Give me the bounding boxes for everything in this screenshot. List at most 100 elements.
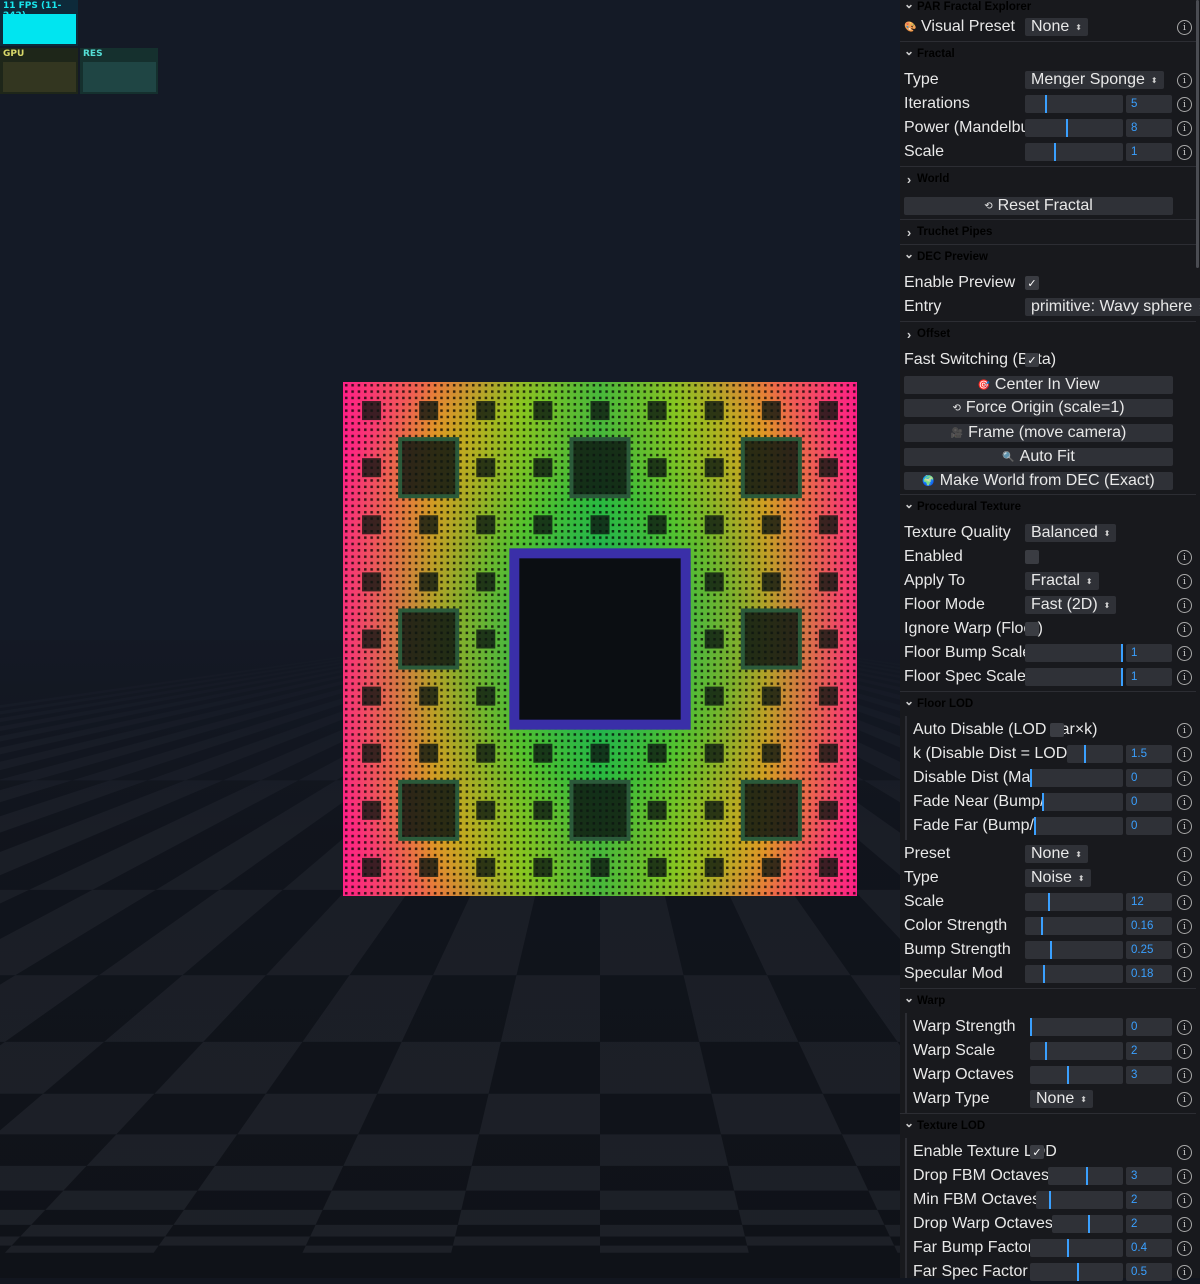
- iterations-number-input[interactable]: 5: [1126, 95, 1172, 113]
- k-disable-info-icon[interactable]: i: [1177, 747, 1192, 762]
- fade-far-info-icon[interactable]: i: [1177, 819, 1192, 834]
- color-strength-slider-handle[interactable]: [1040, 917, 1043, 935]
- apply-to-select[interactable]: Fractal ⬍: [1025, 572, 1099, 590]
- min-fbm-number-input[interactable]: 2: [1126, 1191, 1172, 1209]
- specular-mod-number-input[interactable]: 0.18: [1126, 965, 1172, 983]
- far-spec-slider[interactable]: [1030, 1263, 1123, 1281]
- enable-texture-lod-checkbox[interactable]: ✓: [1030, 1145, 1044, 1159]
- power-info-icon[interactable]: i: [1177, 121, 1192, 136]
- warp-strength-slider-handle[interactable]: [1030, 1018, 1032, 1036]
- drop-fbm-slider[interactable]: [1048, 1167, 1123, 1185]
- far-spec-slider-handle[interactable]: [1076, 1263, 1079, 1281]
- iterations-slider-handle[interactable]: [1044, 95, 1047, 113]
- fractal-scale-number-input[interactable]: 1: [1126, 143, 1172, 161]
- bump-strength-slider[interactable]: [1025, 941, 1123, 959]
- dec-entry-select[interactable]: primitive: Wavy sphere⬍: [1025, 298, 1200, 316]
- floor-spec-info-icon[interactable]: i: [1177, 670, 1192, 685]
- texture-scale-info-icon[interactable]: i: [1177, 895, 1192, 910]
- make-world-button[interactable]: 🌍 Make World from DEC (Exact): [904, 472, 1173, 490]
- drop-fbm-info-icon[interactable]: i: [1177, 1169, 1192, 1184]
- fractal-type-select[interactable]: Menger Sponge ⬍: [1025, 71, 1164, 89]
- ignore-warp-checkbox[interactable]: [1025, 622, 1039, 636]
- min-fbm-slider[interactable]: [1036, 1191, 1123, 1209]
- drop-warp-slider-handle[interactable]: [1087, 1215, 1090, 1233]
- auto-disable-checkbox[interactable]: [1050, 723, 1064, 737]
- folder-warp[interactable]: ⌄ Warp: [900, 989, 1196, 1013]
- far-spec-number-input[interactable]: 0.5: [1126, 1263, 1172, 1281]
- warp-scale-number-input[interactable]: 2: [1126, 1042, 1172, 1060]
- folder-texture-lod[interactable]: ⌄ Texture LOD: [900, 1114, 1196, 1138]
- fade-far-slider[interactable]: [1034, 817, 1123, 835]
- far-bump-info-icon[interactable]: i: [1177, 1241, 1192, 1256]
- texture-scale-number-input[interactable]: 12: [1126, 893, 1172, 911]
- floor-bump-info-icon[interactable]: i: [1177, 646, 1192, 661]
- folder-fractal[interactable]: ⌄ Fractal: [900, 42, 1196, 66]
- floor-bump-slider[interactable]: [1025, 644, 1123, 662]
- texture-preset-select[interactable]: None ⬍: [1025, 845, 1088, 863]
- min-fbm-slider-handle[interactable]: [1049, 1191, 1052, 1209]
- fractal-scale-slider-handle[interactable]: [1054, 143, 1057, 161]
- floor-bump-slider-handle[interactable]: [1121, 644, 1123, 662]
- drop-warp-slider[interactable]: [1052, 1215, 1123, 1233]
- folder-procedural-texture[interactable]: ⌄ Procedural Texture: [900, 495, 1196, 519]
- power-number-input[interactable]: 8: [1126, 119, 1172, 137]
- warp-scale-info-icon[interactable]: i: [1177, 1044, 1192, 1059]
- warp-scale-slider-handle[interactable]: [1044, 1042, 1047, 1060]
- force-origin-button[interactable]: ⟲ Force Origin (scale=1): [904, 399, 1173, 417]
- warp-strength-info-icon[interactable]: i: [1177, 1020, 1192, 1035]
- render-viewport[interactable]: 11 FPS (11-242) GPU RES: [0, 0, 900, 1278]
- disable-dist-number-input[interactable]: 0: [1126, 769, 1172, 787]
- fade-far-slider-handle[interactable]: [1034, 817, 1036, 835]
- frame-camera-button[interactable]: 🎥 Frame (move camera): [904, 424, 1173, 442]
- floor-spec-slider[interactable]: [1025, 668, 1123, 686]
- drop-warp-number-input[interactable]: 2: [1126, 1215, 1172, 1233]
- reset-fractal-button[interactable]: ⟲ Reset Fractal: [904, 197, 1173, 215]
- folder-floor-lod[interactable]: ⌄ Floor LOD: [900, 692, 1196, 716]
- floor-bump-number-input[interactable]: 1: [1126, 644, 1172, 662]
- k-disable-number-input[interactable]: 1.5: [1126, 745, 1172, 763]
- disable-dist-slider-handle[interactable]: [1030, 769, 1032, 787]
- drop-fbm-number-input[interactable]: 3: [1126, 1167, 1172, 1185]
- texture-scale-slider[interactable]: [1025, 893, 1123, 911]
- fractal-scale-info-icon[interactable]: i: [1177, 145, 1192, 160]
- far-bump-slider-handle[interactable]: [1067, 1239, 1070, 1257]
- texture-type-select[interactable]: Noise ⬍: [1025, 869, 1091, 887]
- far-bump-slider[interactable]: [1030, 1239, 1123, 1257]
- disable-dist-slider[interactable]: [1030, 769, 1123, 787]
- power-slider[interactable]: [1025, 119, 1123, 137]
- disable-dist-info-icon[interactable]: i: [1177, 771, 1192, 786]
- warp-strength-number-input[interactable]: 0: [1126, 1018, 1172, 1036]
- warp-octaves-slider[interactable]: [1030, 1066, 1123, 1084]
- specular-mod-slider[interactable]: [1025, 965, 1123, 983]
- color-strength-slider[interactable]: [1025, 917, 1123, 935]
- floor-spec-slider-handle[interactable]: [1121, 668, 1123, 686]
- texture-enabled-checkbox[interactable]: [1025, 550, 1039, 564]
- auto-disable-info-icon[interactable]: i: [1177, 723, 1192, 738]
- enable-preview-checkbox[interactable]: ✓: [1025, 276, 1039, 290]
- folder-dec-preview[interactable]: ⌄ DEC Preview: [900, 245, 1196, 269]
- enable-texture-lod-info-icon[interactable]: i: [1177, 1145, 1192, 1160]
- folder-offset[interactable]: › Offset: [900, 322, 1196, 346]
- warp-octaves-info-icon[interactable]: i: [1177, 1068, 1192, 1083]
- texture-scale-slider-handle[interactable]: [1047, 893, 1050, 911]
- folder-truchet-pipes[interactable]: › Truchet Pipes: [900, 220, 1196, 244]
- fade-near-slider-handle[interactable]: [1042, 793, 1044, 811]
- drop-fbm-slider-handle[interactable]: [1085, 1167, 1088, 1185]
- min-fbm-info-icon[interactable]: i: [1177, 1193, 1192, 1208]
- folder-world[interactable]: › World: [900, 167, 1196, 191]
- specular-mod-slider-handle[interactable]: [1042, 965, 1045, 983]
- bump-strength-number-input[interactable]: 0.25: [1126, 941, 1172, 959]
- warp-octaves-slider-handle[interactable]: [1067, 1066, 1070, 1084]
- far-bump-number-input[interactable]: 0.4: [1126, 1239, 1172, 1257]
- ignore-warp-info-icon[interactable]: i: [1177, 622, 1192, 637]
- texture-enabled-info-icon[interactable]: i: [1177, 550, 1192, 565]
- floor-mode-info-icon[interactable]: i: [1177, 598, 1192, 613]
- color-strength-info-icon[interactable]: i: [1177, 919, 1192, 934]
- warp-strength-slider[interactable]: [1030, 1018, 1123, 1036]
- warp-type-select[interactable]: None ⬍: [1030, 1090, 1093, 1108]
- specular-mod-info-icon[interactable]: i: [1177, 967, 1192, 982]
- warp-scale-slider[interactable]: [1030, 1042, 1123, 1060]
- warp-type-info-icon[interactable]: i: [1177, 1092, 1192, 1107]
- apply-to-info-icon[interactable]: i: [1177, 574, 1192, 589]
- fade-far-number-input[interactable]: 0: [1126, 817, 1172, 835]
